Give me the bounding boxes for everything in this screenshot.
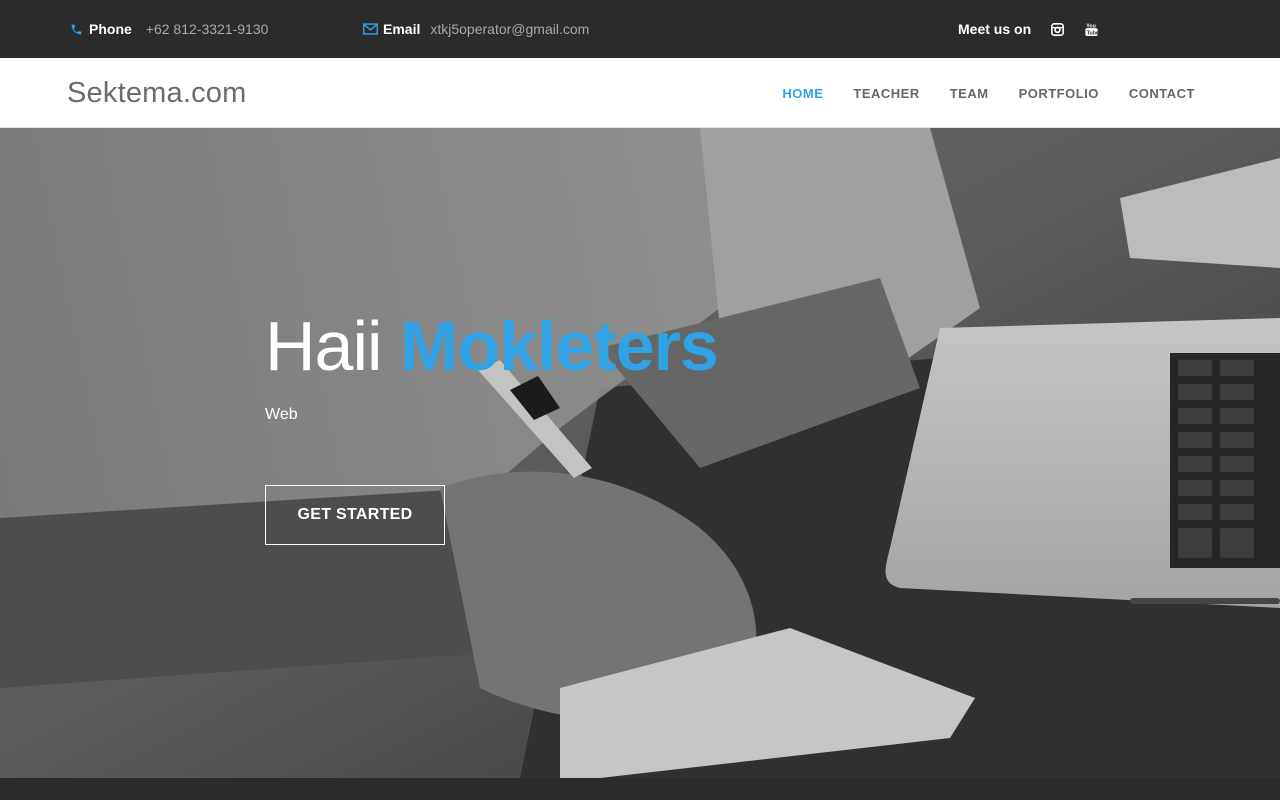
youtube-icon[interactable]: You Tube xyxy=(1083,21,1099,37)
nav-item-portfolio[interactable]: PORTFOLIO xyxy=(1019,86,1099,101)
hero-title-accent: Mokleters xyxy=(400,307,719,385)
phone-label: Phone xyxy=(89,21,132,37)
hero-overlay xyxy=(0,128,1280,778)
instagram-icon[interactable] xyxy=(1049,21,1065,37)
nav-item-contact[interactable]: CONTACT xyxy=(1129,86,1195,101)
main-navbar: Sektema.com HOME TEACHER TEAM PORTFOLIO … xyxy=(0,58,1280,128)
phone-value[interactable]: +62 812-3321-9130 xyxy=(146,21,269,37)
hero-section: Haii Mokleters Web GET STARTED xyxy=(0,128,1280,778)
svg-text:Tube: Tube xyxy=(1086,30,1097,36)
hero-title: Haii Mokleters xyxy=(265,306,719,386)
phone-icon xyxy=(68,21,84,37)
footer-strip xyxy=(0,778,1280,800)
meet-label: Meet us on xyxy=(958,21,1032,37)
nav-item-teacher[interactable]: TEACHER xyxy=(853,86,919,101)
main-menu: HOME TEACHER TEAM PORTFOLIO CONTACT xyxy=(752,58,1195,128)
phone-contact: Phone +62 812-3321-9130 xyxy=(68,0,268,58)
hero-subtitle: Web xyxy=(265,406,298,423)
nav-item-team[interactable]: TEAM xyxy=(950,86,989,101)
top-bar: Phone +62 812-3321-9130 Email xtkj5opera… xyxy=(0,0,1280,58)
email-contact: Email xtkj5operator@gmail.com xyxy=(362,0,589,58)
social-links: Meet us on You Tube xyxy=(958,0,1113,58)
site-logo[interactable]: Sektema.com xyxy=(67,58,247,128)
nav-item-home[interactable]: HOME xyxy=(782,86,823,101)
hero-title-prefix: Haii xyxy=(265,307,383,385)
email-value[interactable]: xtkj5operator@gmail.com xyxy=(430,21,589,37)
get-started-button[interactable]: GET STARTED xyxy=(265,485,445,545)
email-label: Email xyxy=(383,21,421,37)
envelope-icon xyxy=(362,21,378,37)
